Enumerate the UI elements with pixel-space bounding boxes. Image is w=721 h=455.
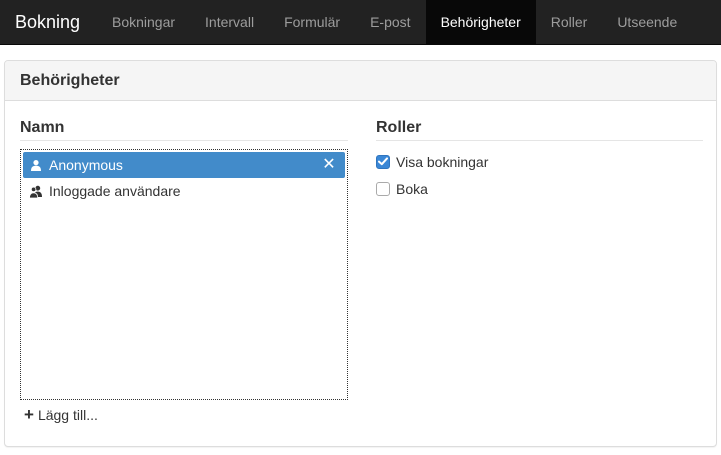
panel-title: Behörigheter [5, 61, 716, 101]
role-row-visa-bokningar: Visa bokningar [376, 149, 703, 174]
nav-item-utseende[interactable]: Utseende [602, 0, 692, 44]
checkmark-icon [378, 157, 388, 166]
list-item-inloggade[interactable]: Inloggade användare [23, 178, 345, 204]
roles-column: Roller Visa bokningar Boka [376, 119, 703, 201]
close-icon[interactable]: ✕ [319, 152, 339, 178]
list-item-label: Inloggade användare [49, 183, 181, 199]
nav-item-intervall[interactable]: Intervall [190, 0, 269, 44]
users-icon [29, 184, 43, 198]
roles-heading: Roller [376, 119, 703, 141]
role-checkbox-boka[interactable] [376, 181, 390, 196]
role-label: Boka [396, 180, 428, 197]
brand-link[interactable]: Bokning [0, 0, 97, 44]
permissions-panel: Behörigheter Namn Anonymous ✕ Inloggade … [4, 60, 717, 447]
nav-item-behorigheter[interactable]: Behörigheter [425, 0, 536, 44]
role-row-boka: Boka [376, 176, 703, 201]
nav-item-e-post[interactable]: E-post [355, 0, 425, 44]
top-navbar: Bokning Bokningar Intervall Formulär E-p… [0, 0, 721, 45]
list-item-anonymous[interactable]: Anonymous ✕ [23, 152, 345, 178]
user-icon [29, 158, 43, 172]
names-listbox[interactable]: Anonymous ✕ Inloggade användare [20, 149, 348, 400]
nav-item-formular[interactable]: Formulär [269, 0, 355, 44]
role-label: Visa bokningar [396, 153, 489, 170]
add-label: Lägg till... [37, 407, 98, 423]
names-column: Namn Anonymous ✕ Inloggade användare + L… [20, 119, 348, 423]
nav-item-bokningar[interactable]: Bokningar [97, 0, 190, 44]
list-item-label: Anonymous [49, 157, 123, 173]
nav-menu: Bokningar Intervall Formulär E-post Behö… [97, 0, 692, 44]
names-heading: Namn [20, 119, 348, 141]
plus-icon: + [24, 405, 34, 424]
add-name-link[interactable]: + Lägg till... [24, 405, 98, 424]
role-checkbox-visa-bokningar[interactable] [376, 154, 390, 169]
nav-item-roller[interactable]: Roller [536, 0, 603, 44]
